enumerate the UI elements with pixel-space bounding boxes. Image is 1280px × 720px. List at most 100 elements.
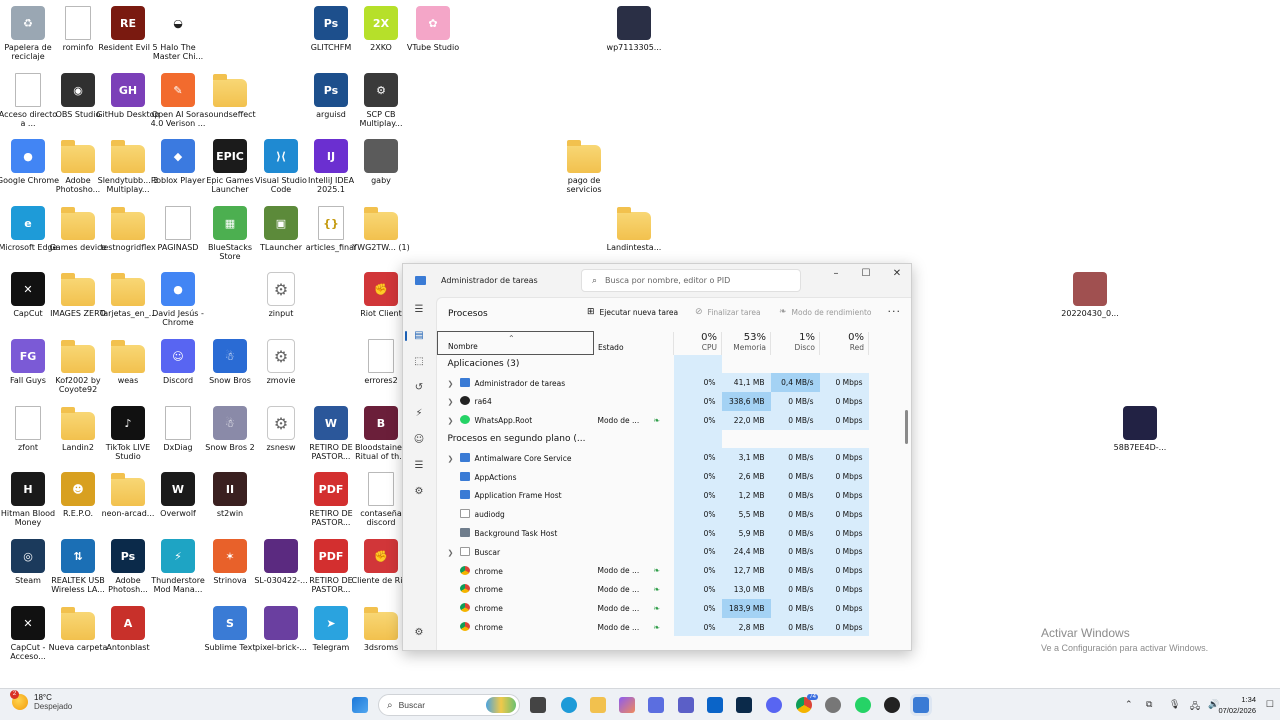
- vertical-scrollbar[interactable]: [905, 410, 908, 444]
- desktop-icon[interactable]: ✿ VTube Studio: [405, 6, 461, 52]
- tray-app-icon[interactable]: ⧉: [1146, 699, 1152, 710]
- discord-taskbar-icon[interactable]: [766, 697, 782, 713]
- desktop-icon[interactable]: Landintesta...: [606, 206, 662, 252]
- desktop-icon[interactable]: ✎ Open AI Sora 4.0 Verison ...: [150, 73, 206, 128]
- desktop-icon[interactable]: Kof2002 by Coyote92: [50, 339, 106, 394]
- process-row[interactable]: Application Frame Host 0% 1,2 MB 0 MB/s 0 Mb…: [438, 486, 900, 505]
- whatsapp-taskbar-icon[interactable]: [855, 697, 871, 713]
- process-row[interactable]: chrome Modo de ... ❧ 0% 183,9 MB 0 MB/s 0 Mbps: [438, 598, 900, 618]
- tray-chevron-icon[interactable]: ⌃: [1125, 699, 1133, 710]
- desktop-icon[interactable]: H Hitman Blood Money: [0, 472, 56, 527]
- process-row[interactable]: ❯ Antimalware Core Service 0% 3,1 MB 0 MB/s 0…: [438, 448, 900, 468]
- users-nav-icon[interactable]: ☺: [403, 427, 435, 453]
- process-row[interactable]: audiodg 0% 5,5 MB 0 MB/s 0 Mbps: [438, 504, 900, 524]
- process-row[interactable]: ❯ Administrador de tareas 0% 41,1 MB 0,4 MB/…: [438, 373, 900, 393]
- desktop-icon[interactable]: pago de servicios: [556, 139, 612, 194]
- expand-chevron-icon[interactable]: ❯: [448, 549, 460, 557]
- performance-nav-icon[interactable]: ⬚: [403, 349, 435, 375]
- more-options-icon[interactable]: ···: [888, 305, 902, 318]
- file-explorer-icon[interactable]: [590, 697, 606, 713]
- process-row[interactable]: Background Task Host 0% 5,9 MB 0 MB/s 0 Mbps: [438, 523, 900, 543]
- desktop-icon[interactable]: ⚙ zmovie: [253, 339, 309, 385]
- process-row[interactable]: ❯ ra64 0% 338,6 MB 0 MB/s 0 Mbps: [438, 392, 900, 411]
- column-header-cpu[interactable]: 0% CPU: [673, 331, 722, 355]
- desktop-icon[interactable]: 20220430_0...: [1061, 272, 1119, 318]
- process-group-header[interactable]: Procesos en segundo plano (...: [438, 429, 900, 449]
- taskbar-search[interactable]: ⌕ Buscar: [378, 694, 520, 716]
- start-windows-icon[interactable]: [352, 697, 368, 713]
- desktop-icon[interactable]: YWG2TW... (1): [352, 206, 410, 252]
- desktop-icon[interactable]: ▦ BlueStacks Store: [202, 206, 258, 261]
- process-row[interactable]: ❯ WhatsApp.Root Modo de ... ❧ 0% 22,0 MB 0 MB/…: [438, 410, 900, 430]
- clock[interactable]: 1:34 07/02/2026: [1218, 694, 1256, 716]
- process-row[interactable]: chrome Modo de ... ❧ 0% 13,0 MB 0 MB/s 0 Mbps: [438, 580, 900, 599]
- desktop-icon[interactable]: gaby: [353, 139, 409, 185]
- desktop-icon[interactable]: A Antonblast: [100, 606, 156, 652]
- store-icon[interactable]: [648, 697, 664, 713]
- end-task-button[interactable]: ⊘ Finalizar tarea: [695, 307, 761, 317]
- expand-chevron-icon[interactable]: ❯: [448, 417, 460, 425]
- minimize-icon[interactable]: –: [821, 268, 851, 284]
- notifications-icon[interactable]: ☐: [1266, 699, 1274, 710]
- desktop-icon[interactable]: II st2win: [202, 472, 258, 518]
- teams-icon[interactable]: [678, 697, 694, 713]
- close-icon[interactable]: ✕: [882, 268, 911, 284]
- startup-apps-nav-icon[interactable]: ⚡: [403, 401, 435, 427]
- processes-nav-icon[interactable]: ▤: [403, 323, 435, 349]
- app-history-nav-icon[interactable]: ↺: [403, 375, 435, 401]
- desktop-icon[interactable]: ⚙ SCP CB Multiplay...: [353, 73, 409, 128]
- search-box[interactable]: ⌕ Busca por nombre, editor o PID: [581, 269, 801, 292]
- settings-icon[interactable]: ⚙: [403, 620, 435, 646]
- services-nav-icon[interactable]: ⚙: [403, 479, 435, 505]
- hamburger-menu-icon[interactable]: ☰: [403, 297, 435, 323]
- column-header-network[interactable]: 0% Red: [819, 331, 869, 355]
- network-icon[interactable]: 🖧: [1190, 699, 1200, 715]
- expand-chevron-icon[interactable]: ❯: [448, 455, 460, 463]
- edge-taskbar-icon[interactable]: [561, 697, 577, 713]
- maximize-icon[interactable]: ☐: [851, 268, 881, 284]
- desktop-icon[interactable]: ⚡ Thunderstore Mod Mana...: [150, 539, 206, 594]
- chrome-taskbar-icon[interactable]: 74: [796, 694, 818, 713]
- desktop-icon[interactable]: ♻ Papelera de reciclaje: [0, 6, 56, 61]
- process-row[interactable]: chrome Modo de ... ❧ 0% 12,7 MB 0 MB/s 0 Mbps: [438, 561, 900, 581]
- desktop-icon[interactable]: PDF RETIRO DE PASTOR...: [303, 539, 359, 594]
- desktop-icon[interactable]: 58B7EE4D-...: [1112, 406, 1168, 452]
- details-nav-icon[interactable]: ☰: [403, 453, 435, 479]
- desktop-icon[interactable]: B Bloodstained Ritual of th...: [353, 406, 409, 461]
- copilot-icon[interactable]: [619, 697, 635, 713]
- microphone-icon[interactable]: 🎙: [1169, 699, 1180, 710]
- process-row[interactable]: AppActions 0% 2,6 MB 0 MB/s 0 Mbps: [438, 467, 900, 487]
- app-taskbar-icon[interactable]: [884, 697, 900, 713]
- expand-chevron-icon[interactable]: ❯: [448, 398, 460, 406]
- desktop-icon[interactable]: Acceso directo a ...: [0, 73, 57, 128]
- desktop-icon[interactable]: wp7113305...: [606, 6, 662, 52]
- desktop-icon[interactable]: ✊ Cliente de Riot: [352, 539, 410, 585]
- photoshop-taskbar-icon[interactable]: [736, 697, 752, 713]
- desktop-icon[interactable]: Slendytubb... 3 Multiplay...: [98, 139, 158, 194]
- desktop-icon[interactable]: ● David Jesús - Chrome: [150, 272, 206, 327]
- outlook-icon[interactable]: [707, 697, 723, 713]
- desktop-icon[interactable]: ✊ Riot Client: [353, 272, 409, 318]
- desktop-icon[interactable]: ♪ TikTok LIVE Studio: [100, 406, 156, 461]
- process-row[interactable]: ❯ Buscar 0% 24,4 MB 0 MB/s 0 Mbps: [438, 542, 900, 562]
- desktop-icon[interactable]: ✕ CapCut - Acceso...: [0, 606, 56, 661]
- task-manager-taskbar-icon[interactable]: [913, 697, 929, 713]
- desktop-icon[interactable]: soundseffect: [202, 73, 258, 119]
- run-new-task-button[interactable]: ⊞ Ejecutar nueva tarea: [587, 307, 678, 317]
- desktop-icon[interactable]: IJ IntelliJ IDEA 2025.1: [303, 139, 359, 194]
- column-header-disk[interactable]: 1% Disco: [770, 331, 820, 355]
- column-header-name[interactable]: ⌃ Nombre: [437, 331, 594, 355]
- desktop-icon[interactable]: ⚙ zinput: [253, 272, 309, 318]
- process-row[interactable]: chrome Modo de ... ❧ 0% 2,8 MB 0 MB/s 0 Mbps: [438, 617, 900, 637]
- expand-chevron-icon[interactable]: ❯: [448, 380, 460, 388]
- column-header-memory[interactable]: 53% Memoria: [721, 331, 771, 355]
- desktop-icon[interactable]: contaseña discord: [353, 472, 409, 527]
- desktop-icon[interactable]: 3dsroms: [353, 606, 409, 652]
- desktop-icon[interactable]: errores2: [353, 339, 409, 385]
- settings-taskbar-icon[interactable]: [825, 697, 841, 713]
- column-header-status[interactable]: Estado: [593, 331, 674, 355]
- weather-widget[interactable]: 2 18°C Despejado: [10, 690, 72, 711]
- desktop-icon[interactable]: ◒ Halo The Master Chi...: [150, 6, 206, 61]
- task-view-icon[interactable]: [530, 697, 546, 713]
- process-group-header[interactable]: Aplicaciones (3): [438, 354, 900, 374]
